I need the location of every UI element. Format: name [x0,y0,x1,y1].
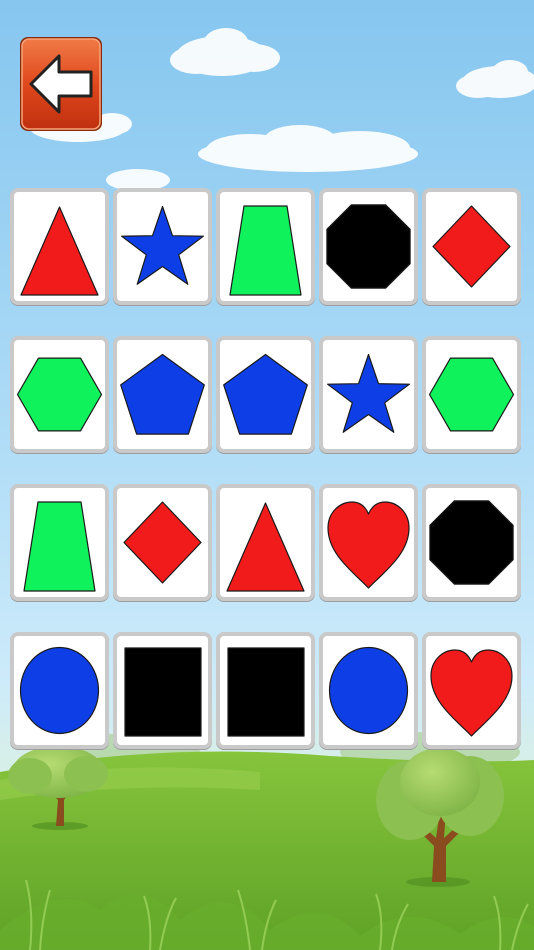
shape-card[interactable] [422,632,521,749]
shape-card[interactable] [113,188,212,305]
diamond-icon [123,501,202,584]
shape-card[interactable] [113,484,212,601]
square-icon [124,647,202,737]
triangle-icon [20,206,99,296]
hexagon-icon [16,357,103,432]
shape-card[interactable] [216,188,315,305]
star-icon [326,353,411,433]
octagon-icon [326,204,411,289]
pentagon-icon [120,353,205,435]
shape-card[interactable] [216,336,315,453]
trapezoid-icon [23,501,96,592]
shape-card[interactable] [10,484,109,601]
pentagon-icon [223,353,308,435]
shape-board [0,0,534,950]
shape-card[interactable] [216,484,315,601]
shape-card[interactable] [422,188,521,305]
octagon-icon [429,500,514,585]
shape-card[interactable] [319,336,418,453]
circle-icon [328,646,409,735]
heart-icon [327,501,410,589]
trapezoid-icon [229,205,302,296]
shape-card[interactable] [113,632,212,749]
shape-card[interactable] [422,336,521,453]
shape-card[interactable] [113,336,212,453]
star-icon [120,205,205,285]
shape-card[interactable] [10,188,109,305]
square-icon [227,647,305,737]
shape-card[interactable] [10,336,109,453]
heart-icon [430,649,513,737]
triangle-icon [226,502,305,592]
shape-card[interactable] [319,484,418,601]
diamond-icon [432,205,511,288]
shape-card[interactable] [10,632,109,749]
shape-card[interactable] [319,632,418,749]
shape-card[interactable] [319,188,418,305]
hexagon-icon [428,357,515,432]
shape-card[interactable] [422,484,521,601]
shape-card[interactable] [216,632,315,749]
circle-icon [19,646,100,735]
